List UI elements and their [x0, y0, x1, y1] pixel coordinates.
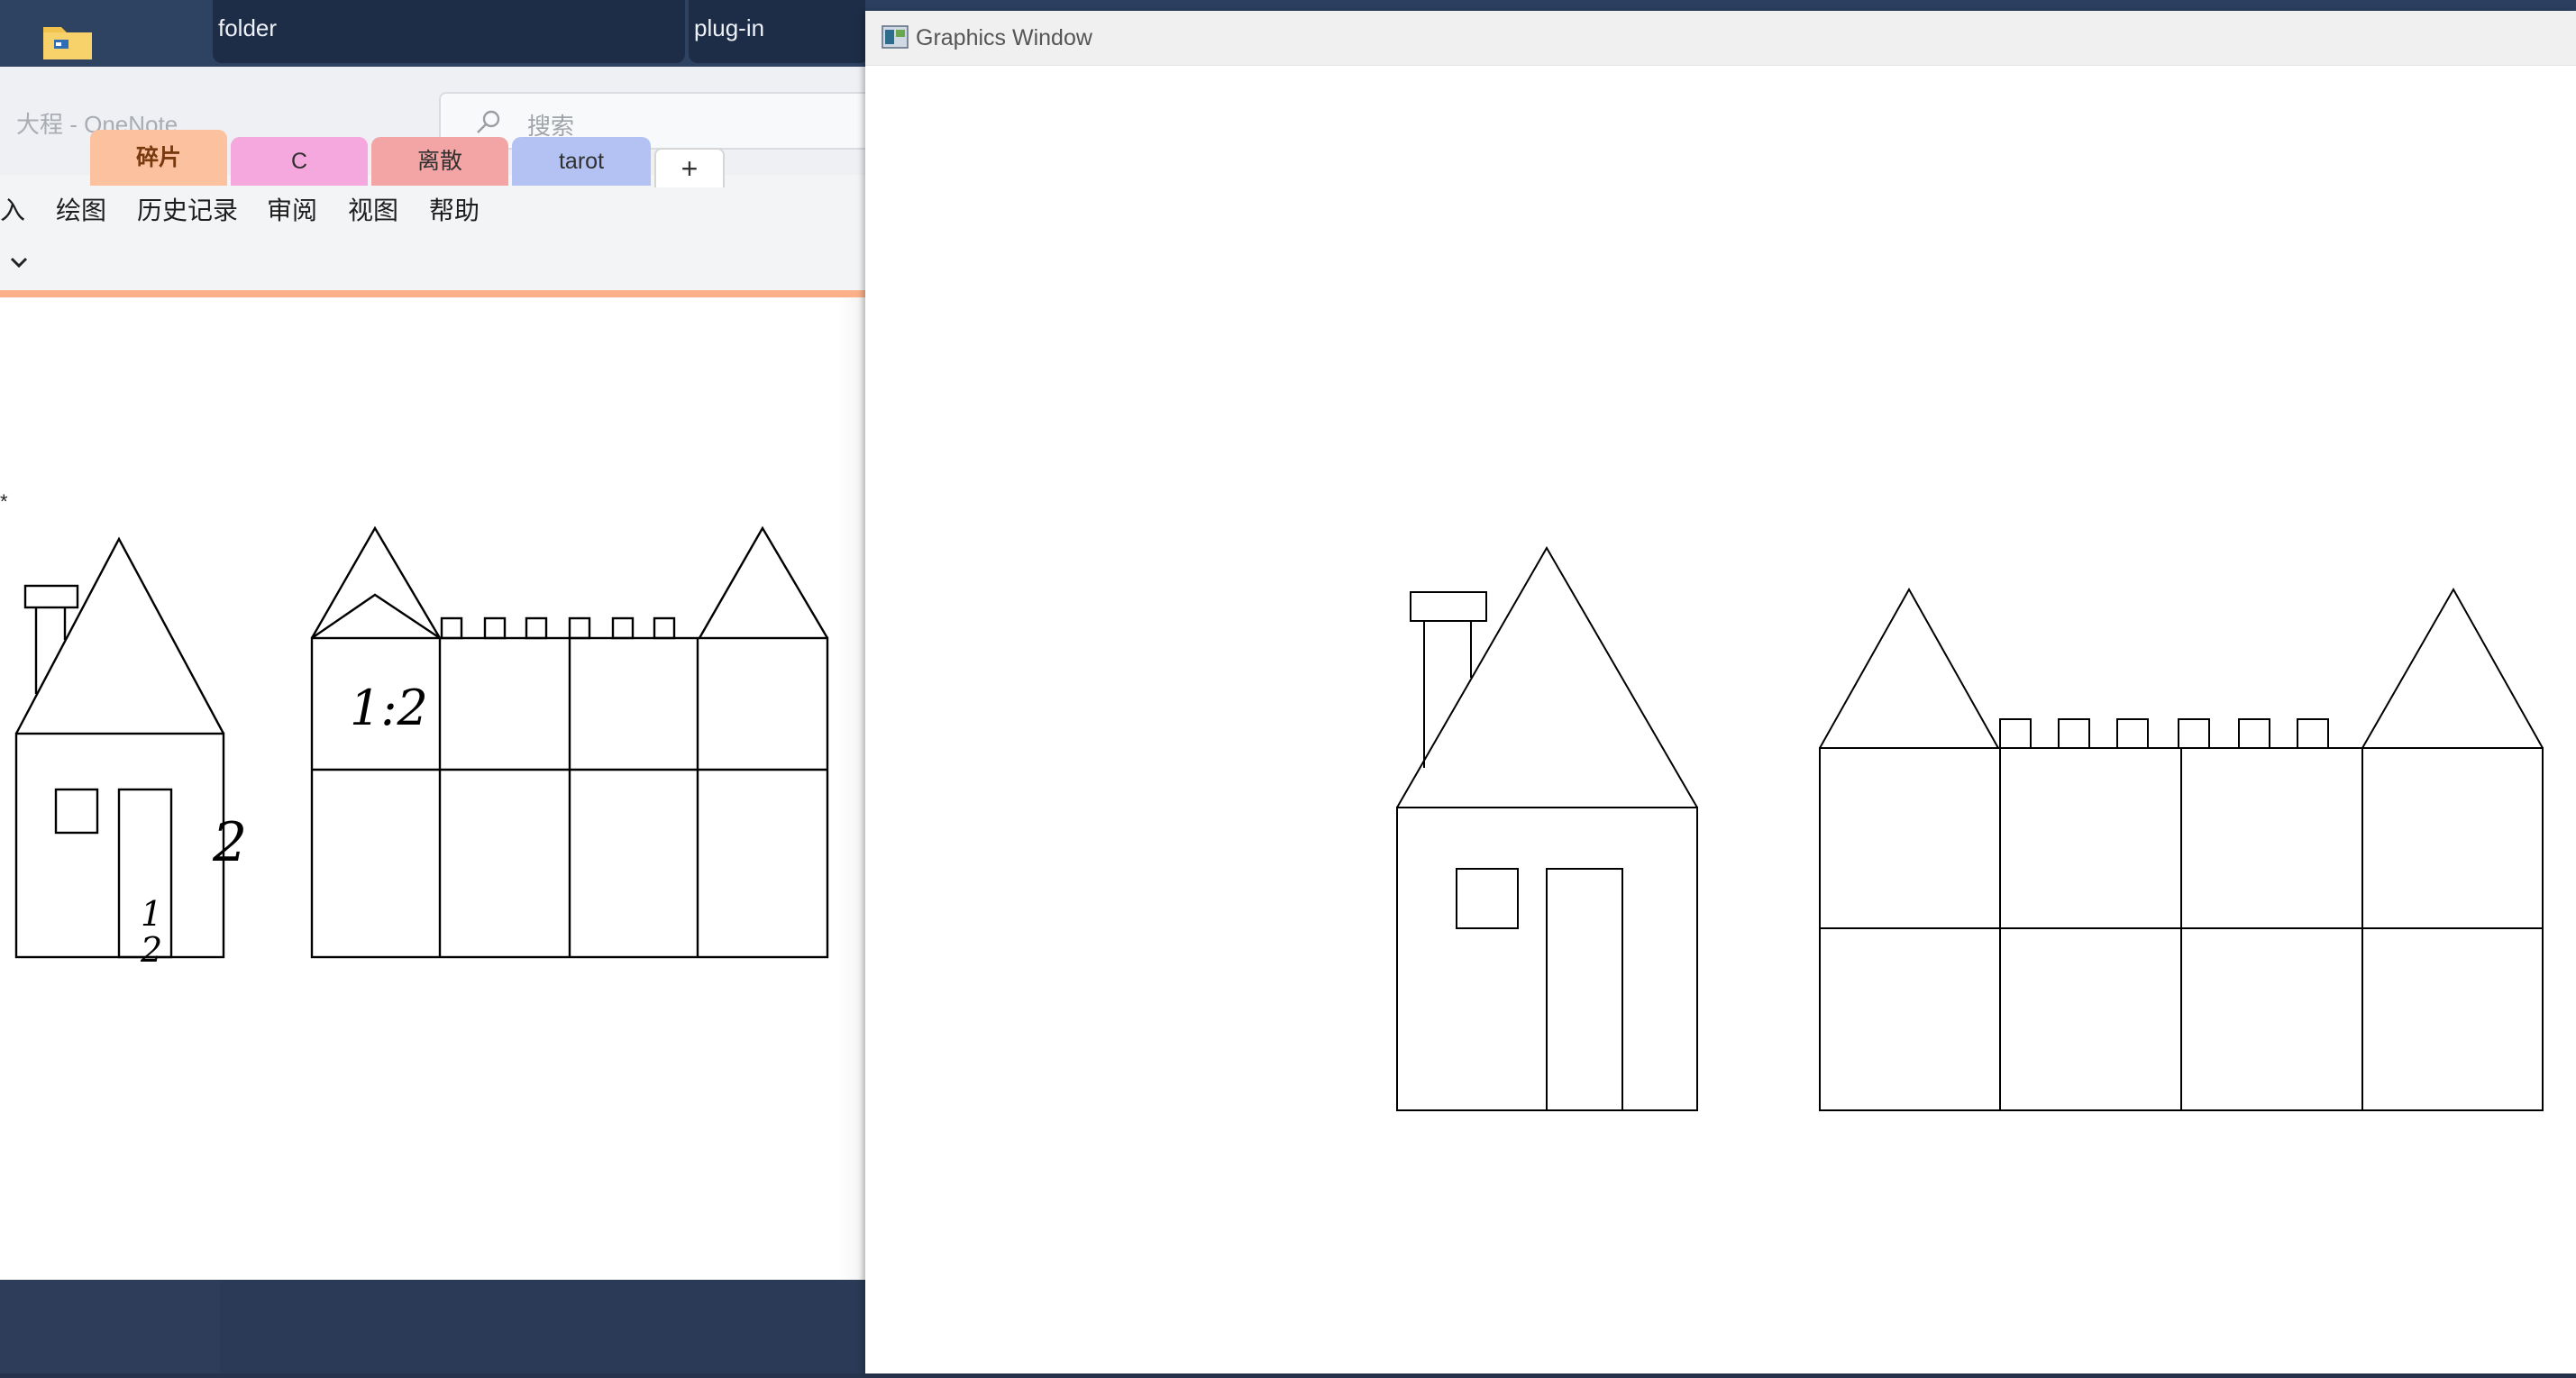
castle-merlon [2297, 718, 2329, 749]
note-sketch [14, 525, 829, 959]
annotation-fraction-top: 1 [141, 894, 163, 934]
menu-history[interactable]: 历史记录 [137, 191, 238, 227]
taskbar-thumbnail-plugin[interactable]: plug-in [689, 0, 869, 63]
folder-icon[interactable] [41, 20, 94, 61]
rendered-scene [1396, 546, 2544, 1111]
house-window [1456, 868, 1519, 929]
note-canvas[interactable]: * 1 2 2 1:2 [0, 297, 865, 1280]
castle-left-tower [1819, 587, 1999, 749]
thumbnail-label: folder [218, 14, 278, 41]
castle-merlon [2238, 718, 2270, 749]
annotation-castle-ratio: 1:2 [350, 680, 428, 736]
taskbar-strip-right [865, 0, 2576, 11]
castle-merlon [2178, 718, 2210, 749]
section-tabs-bar [0, 234, 865, 294]
thumbnail-label: plug-in [694, 14, 765, 41]
app-icon [882, 25, 909, 49]
search-icon [477, 110, 500, 133]
menu-view[interactable]: 视图 [348, 191, 398, 227]
menu-review[interactable]: 审阅 [267, 191, 317, 227]
menu-draw[interactable]: 绘图 [56, 191, 106, 227]
tab-tarot[interactable]: tarot [512, 137, 651, 186]
graphics-window-titlebar[interactable]: Graphics Window [865, 11, 2576, 66]
graphics-canvas[interactable] [865, 65, 2576, 1373]
taskbar-thumbnail-folder[interactable]: folder [213, 0, 685, 63]
castle-merlon [1999, 718, 2032, 749]
onenote-window: 大程 - OneNote 搜索 入 绘图 历史记录 审阅 视图 帮助 碎片 C … [0, 67, 872, 1280]
tab-fragments[interactable]: 碎片 [90, 130, 227, 186]
chevron-down-icon[interactable] [9, 252, 29, 272]
menu-help[interactable]: 帮助 [429, 191, 480, 227]
desktop-bottom-strip [0, 1280, 865, 1373]
graphics-window-title: Graphics Window [916, 25, 1092, 50]
canvas-edge-shadow [838, 297, 865, 1280]
taskbar-preview-row: folder plug-in [0, 0, 869, 67]
active-tab-underline [0, 290, 865, 297]
castle-right-tower [2361, 587, 2544, 749]
tab-discrete[interactable]: 离散 [371, 137, 508, 186]
menu-insert[interactable]: 入 [0, 191, 25, 227]
house-door [1546, 868, 1623, 1111]
tab-c[interactable]: C [231, 137, 368, 186]
castle-merlon [2058, 718, 2090, 749]
castle-merlon [2116, 718, 2149, 749]
house-chimney-top [1410, 591, 1487, 622]
add-section-button[interactable]: + [654, 148, 725, 187]
graphics-window: Graphics Window [865, 11, 2576, 1373]
desktop-bottom-segment [220, 1280, 865, 1373]
annotation-side-ratio: 2 [213, 811, 248, 874]
annotation-fraction-bottom: 2 [141, 930, 163, 970]
house-roof [1396, 546, 1698, 808]
